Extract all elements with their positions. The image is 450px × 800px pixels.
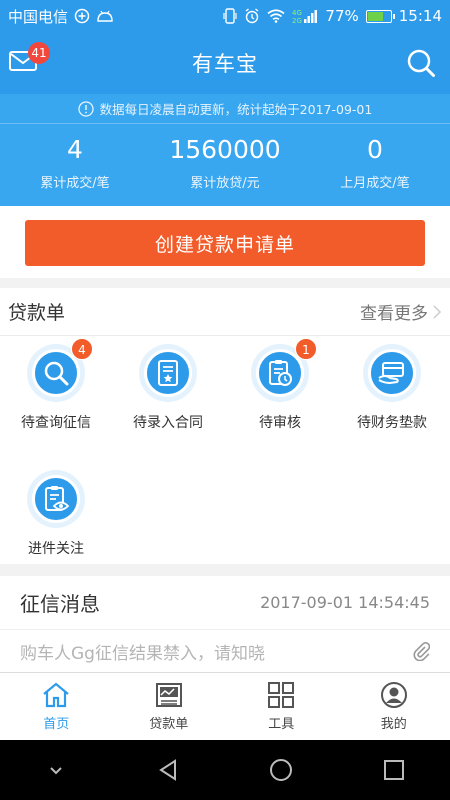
chevron-right-icon [433, 304, 442, 319]
chevron-down-icon[interactable] [44, 760, 68, 780]
android-icon [96, 9, 114, 23]
card-hand-icon [378, 362, 404, 385]
loan-item-credit-query[interactable]: 4 待查询征信 [0, 338, 112, 432]
credit-message-section: 征信消息 2017-09-01 14:54:45 购车人Gg征信结果禁入，请知晓 [0, 576, 450, 672]
create-section: 创建贷款申请单 [0, 206, 450, 278]
paperclip-icon [413, 641, 430, 661]
contract-icon [158, 360, 178, 386]
loan-item-label: 进件关注 [28, 541, 84, 557]
loan-item-review[interactable]: 1 待审核 [224, 338, 336, 432]
home-circle-icon[interactable] [268, 757, 294, 783]
stat-total-loans: 1560000 累计放贷/元 [151, 134, 300, 191]
data-plus-icon [74, 8, 90, 24]
app-header: 41 有车宝 [0, 32, 450, 94]
tab-bar: 首页 贷款单 工具 我的 [0, 672, 450, 740]
loan-item-watch[interactable]: 进件关注 [0, 470, 112, 558]
notice-text: 数据每日凌晨自动更新，统计起始于2017-09-01 [99, 102, 373, 117]
stat-value: 4 [67, 135, 83, 164]
tab-label: 我的 [380, 717, 407, 732]
tab-label: 工具 [268, 717, 295, 732]
credit-timestamp: 2017-09-01 14:54:45 [260, 593, 430, 612]
back-icon[interactable] [155, 757, 181, 783]
wifi-icon [267, 9, 285, 23]
alarm-icon [244, 8, 260, 24]
search-button[interactable] [406, 48, 436, 78]
chart-icon [155, 683, 182, 707]
stat-label: 累计成交/笔 [40, 176, 110, 191]
loan-item-label: 待审核 [259, 415, 301, 431]
page-title: 有车宝 [192, 52, 258, 76]
loan-item-label: 待查询征信 [21, 415, 91, 431]
tab-home[interactable]: 首页 [0, 673, 113, 740]
battery-percent: 77% [325, 7, 359, 25]
vibrate-icon [223, 8, 238, 24]
user-icon [380, 682, 407, 708]
update-notice: 数据每日凌晨自动更新，统计起始于2017-09-01 [0, 94, 450, 124]
clock: 15:14 [398, 7, 442, 25]
credit-message-row[interactable]: 购车人Gg征信结果禁入，请知晓 [0, 630, 450, 672]
credit-section-title: 征信消息 [20, 592, 100, 616]
tab-mine[interactable]: 我的 [338, 673, 450, 740]
mail-badge: 41 [28, 42, 50, 64]
loan-section: 贷款单 查看更多 4 待查询征信 待录入合同 1 待审核 待财务垫款 进件关注 [0, 288, 450, 564]
credit-message-text: 购车人Gg征信结果禁入，请知晓 [20, 643, 265, 664]
count-badge: 4 [71, 338, 93, 360]
tab-label: 贷款单 [149, 717, 189, 732]
signal-icon: 4G 2G [292, 8, 318, 24]
battery-icon [365, 9, 395, 23]
tab-loans[interactable]: 贷款单 [113, 673, 226, 740]
svg-text:4G: 4G [292, 9, 302, 17]
loan-item-label: 待录入合同 [133, 415, 203, 431]
stat-value: 0 [367, 135, 383, 164]
view-more-label: 查看更多 [360, 304, 428, 324]
search-icon [407, 49, 435, 77]
stat-label: 上月成交/笔 [340, 176, 410, 191]
tab-tools[interactable]: 工具 [225, 673, 338, 740]
grid-icon [268, 682, 295, 708]
recents-icon[interactable] [381, 757, 407, 783]
summary-panel: 数据每日凌晨自动更新，统计起始于2017-09-01 4 累计成交/笔 1560… [0, 94, 450, 206]
count-badge: 1 [295, 338, 317, 360]
tab-label: 首页 [43, 717, 70, 732]
loan-item-finance[interactable]: 待财务垫款 [336, 344, 448, 432]
stat-total-deals: 4 累计成交/笔 [1, 134, 150, 191]
view-more-link[interactable]: 查看更多 [360, 299, 442, 324]
magnifier-icon [44, 361, 69, 386]
clipboard-eye-icon [45, 486, 70, 511]
stat-last-month: 0 上月成交/笔 [301, 134, 450, 191]
home-icon [43, 682, 69, 708]
svg-text:2G: 2G [292, 17, 302, 24]
carrier-label: 中国电信 [8, 7, 69, 26]
stat-value: 1560000 [169, 135, 281, 164]
system-nav-bar [0, 740, 450, 800]
loan-item-label: 待财务垫款 [357, 415, 427, 431]
stat-label: 累计放贷/元 [190, 176, 260, 191]
loan-section-title: 贷款单 [8, 302, 66, 324]
info-icon [78, 100, 94, 117]
clipboard-clock-icon [269, 360, 292, 386]
create-loan-button[interactable]: 创建贷款申请单 [25, 220, 425, 266]
status-bar: 中国电信 4G 2G 77% 15:14 [0, 0, 450, 32]
loan-item-contract[interactable]: 待录入合同 [112, 344, 224, 432]
